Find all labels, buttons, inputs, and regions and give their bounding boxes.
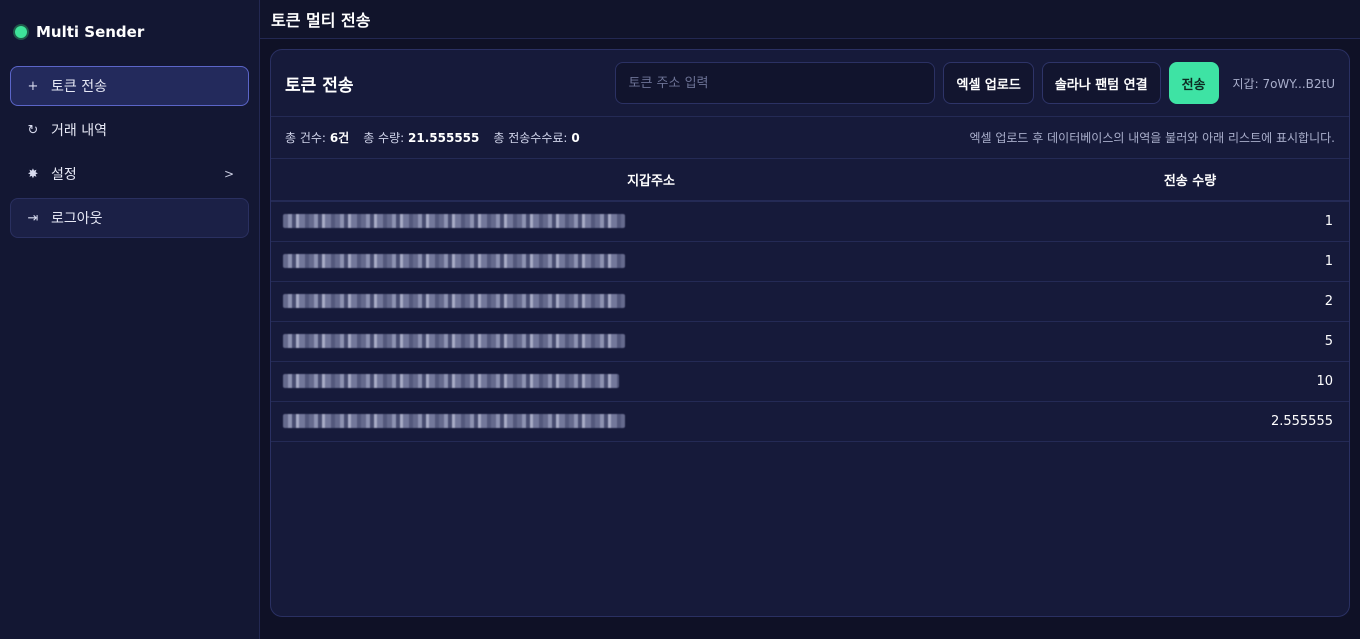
plus-icon: + [27, 78, 39, 94]
column-header-wallet: 지갑주소 [271, 159, 1031, 202]
sidebar-item-label: 로그아웃 [51, 211, 103, 227]
send-button[interactable]: 전송 [1168, 62, 1219, 104]
status-dot-icon [15, 26, 27, 38]
amount-cell: 5 [1031, 321, 1349, 362]
total-fee-value: 0 [571, 131, 580, 145]
transfer-table: 지갑주소 전송 수량 1 1 2 5 10 2.555555 [271, 159, 1349, 442]
wallet-address-cell [271, 201, 1031, 242]
token-send-card: 토큰 전송 엑셀 업로드 솔라나 팬텀 연결 전송 지갑: 7oWY...B2t… [270, 49, 1350, 617]
logout-icon: ⇥ [27, 210, 39, 226]
page-title: 토큰 멀티 전송 [271, 11, 371, 30]
total-count-label: 총 건수: [285, 131, 326, 145]
sidebar-item-label: 토큰 전송 [51, 79, 107, 95]
excel-upload-button[interactable]: 엑셀 업로드 [943, 62, 1034, 104]
table-row: 5 [271, 321, 1349, 362]
card-title: 토큰 전송 [285, 75, 354, 96]
card-header: 토큰 전송 엑셀 업로드 솔라나 팬텀 연결 전송 지갑: 7oWY...B2t… [271, 50, 1349, 117]
brand: Multi Sender [10, 20, 249, 44]
total-amount-value: 21.555555 [408, 131, 480, 145]
table-row: 10 [271, 361, 1349, 402]
redacted-address [283, 294, 625, 308]
table-header-row: 지갑주소 전송 수량 [271, 159, 1349, 202]
app-name: Multi Sender [36, 23, 145, 41]
chevron-right-icon: > [223, 167, 234, 181]
total-amount: 총 수량: 21.555555 [363, 129, 479, 146]
table-row: 2 [271, 281, 1349, 322]
wallet-address: 지갑: 7oWY...B2tU [1232, 76, 1335, 91]
sidebar-item-history[interactable]: ↻ 거래 내역 [10, 110, 249, 150]
sidebar: Multi Sender + 토큰 전송 ↻ 거래 내역 ✸ 설정 > ⇥ 로그… [0, 0, 260, 639]
column-header-amount: 전송 수량 [1031, 159, 1349, 202]
summary-bar: 총 건수: 6건 총 수량: 21.555555 총 전송수수료: 0 엑셀 업… [271, 117, 1349, 159]
table-row: 2.555555 [271, 401, 1349, 442]
amount-cell: 1 [1031, 241, 1349, 282]
topbar: 토큰 멀티 전송 [260, 0, 1360, 39]
total-fee: 총 전송수수료: 0 [493, 129, 579, 146]
history-icon: ↻ [27, 122, 39, 138]
wallet-address-cell [271, 281, 1031, 322]
total-fee-label: 총 전송수수료: [493, 131, 568, 145]
amount-cell: 2 [1031, 281, 1349, 322]
summary-note: 엑셀 업로드 후 데이터베이스의 내역을 불러와 아래 리스트에 표시합니다. [969, 131, 1335, 145]
token-address-input[interactable] [615, 62, 936, 104]
amount-cell: 10 [1031, 361, 1349, 402]
wallet-address-cell [271, 321, 1031, 362]
redacted-address [283, 374, 619, 388]
sidebar-item-label: 거래 내역 [51, 123, 107, 139]
redacted-address [283, 414, 625, 428]
sidebar-item-logout[interactable]: ⇥ 로그아웃 [10, 198, 249, 238]
redacted-address [283, 254, 625, 268]
amount-cell: 1 [1031, 201, 1349, 242]
sidebar-item-label: 설정 [51, 167, 77, 183]
wallet-address-cell [271, 241, 1031, 282]
gear-icon: ✸ [27, 166, 39, 182]
redacted-address [283, 214, 625, 229]
total-count-value: 6건 [329, 131, 350, 145]
table-row: 1 [271, 201, 1349, 242]
redacted-address [283, 334, 625, 348]
sidebar-item-settings[interactable]: ✸ 설정 > [10, 154, 249, 194]
sidebar-item-token-send[interactable]: + 토큰 전송 [10, 66, 249, 106]
amount-cell: 2.555555 [1031, 401, 1349, 442]
total-amount-label: 총 수량: [363, 131, 405, 145]
main-area: 토큰 멀티 전송 토큰 전송 엑셀 업로드 솔라나 팬텀 연결 전송 지갑: 7… [260, 0, 1360, 639]
table-row: 1 [271, 241, 1349, 282]
wallet-address-cell [271, 401, 1031, 442]
wallet-address-cell [271, 361, 1031, 402]
total-count: 총 건수: 6건 [285, 129, 349, 146]
phantom-connect-button[interactable]: 솔라나 팬텀 연결 [1041, 62, 1161, 104]
